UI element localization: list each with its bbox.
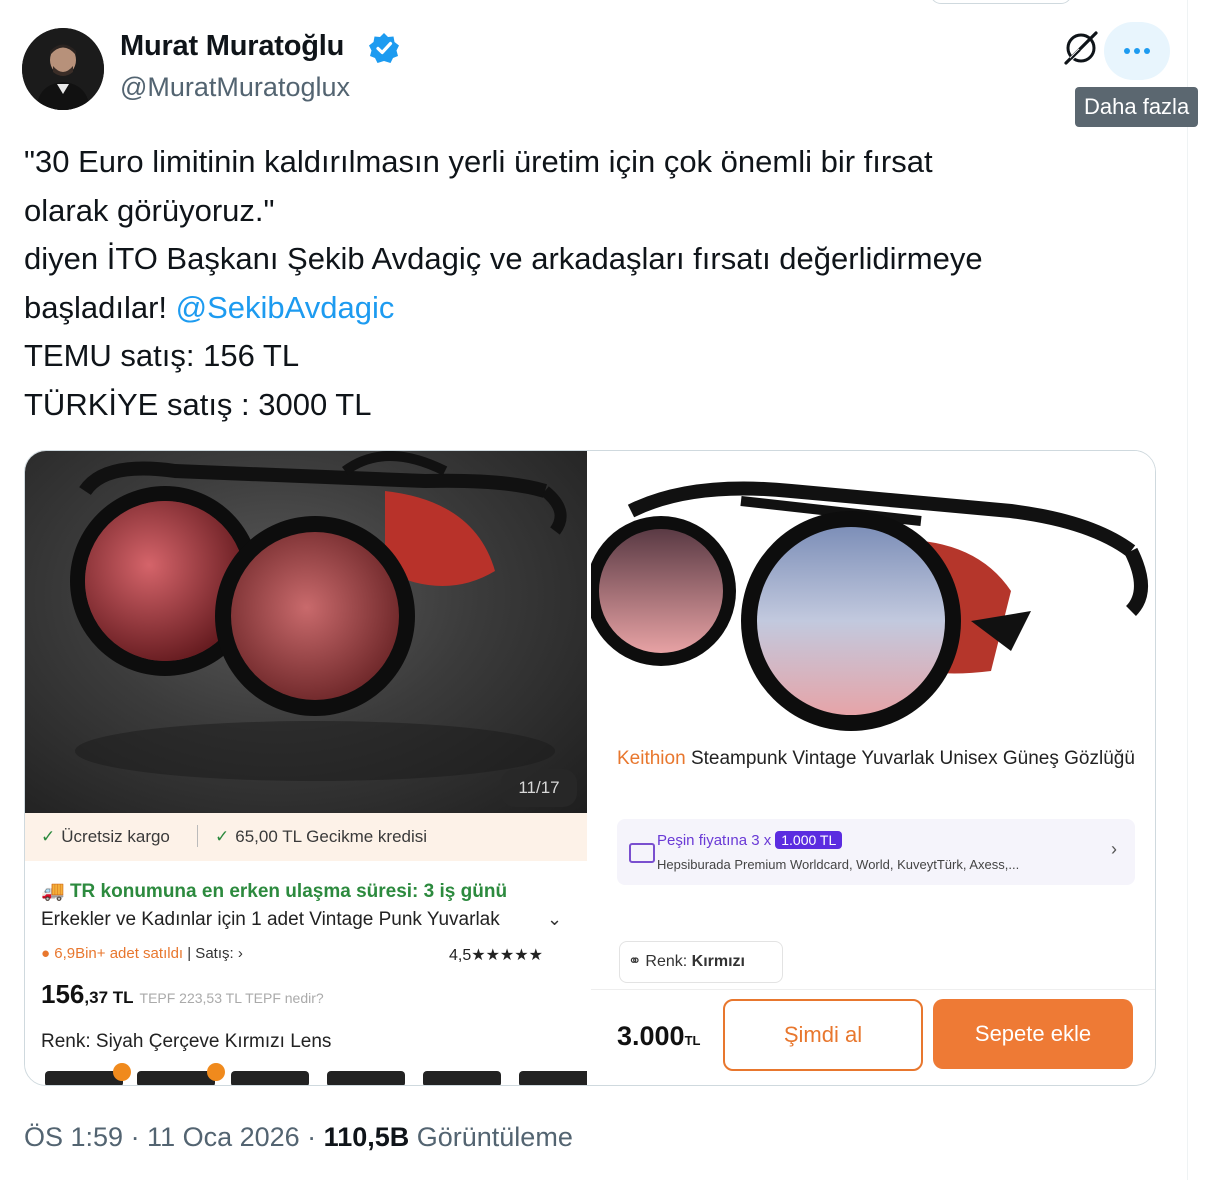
- color-label: Renk:: [645, 953, 688, 970]
- tweet-text-part: başladılar!: [24, 289, 176, 325]
- check-icon: ✓: [41, 827, 56, 846]
- color-value: Kırmızı: [691, 953, 745, 970]
- author-name[interactable]: Murat Muratoğlu: [120, 30, 344, 63]
- product-title: Erkekler ve Kadınlar için 1 adet Vintage…: [41, 909, 500, 930]
- variant-thumbnail: [423, 1071, 501, 1085]
- views-label: Görüntüleme: [409, 1122, 573, 1152]
- column-divider: [1187, 0, 1188, 1180]
- price-value: 3.000: [617, 1021, 685, 1051]
- shipping-bar: ✓ Ücretsiz kargo ✓ 65,00 TL Gecikme kredis…: [25, 813, 587, 861]
- installment-label: Peşin fiyatına 3 x: [657, 832, 772, 849]
- chevron-down-icon: ⌄: [547, 909, 563, 929]
- badge-icon: [113, 1063, 131, 1081]
- variant-thumbnail: [519, 1071, 587, 1085]
- dot-icon: [1124, 48, 1130, 54]
- product-photo: [591, 451, 1155, 745]
- free-shipping: ✓ Ücretsiz kargo: [41, 827, 170, 847]
- grok-icon[interactable]: [1062, 29, 1100, 67]
- product-title: Keithion Steampunk Vintage Yuvarlak Unis…: [617, 747, 1137, 771]
- price-tepf: TEPF 223,53 TL TEPF nedir?: [139, 990, 324, 1006]
- tweet-meta: ÖS 1:59 · 11 Oca 2026 · 110,5B Görüntüle…: [24, 1122, 573, 1153]
- buy-now-button: Şimdi al: [723, 999, 923, 1071]
- tweet-text: "30 Euro limitinin kaldırılmasın yerli ü…: [24, 138, 1154, 429]
- installment-amount: 1.000 TL: [775, 831, 843, 849]
- flame-icon: ●: [41, 945, 55, 962]
- verified-badge-icon[interactable]: [368, 32, 400, 64]
- tweet-timestamp[interactable]: ÖS 1:59 · 11 Oca 2026 ·: [24, 1122, 324, 1152]
- dot-icon: [1134, 48, 1140, 54]
- card-icon: [629, 843, 655, 863]
- tooltip: Daha fazla: [1075, 87, 1199, 127]
- color-selector: ⚭ Renk: Kırmızı: [619, 941, 783, 983]
- product-title-text: Steampunk Vintage Yuvarlak Unisex Güneş …: [685, 748, 1135, 769]
- view-count: 110,5B: [323, 1122, 410, 1152]
- check-icon: ✓: [215, 827, 230, 846]
- truck-icon: 🚚: [41, 881, 70, 902]
- tweet-line: olarak görüyoruz.": [24, 192, 275, 228]
- tweet-line: başladılar! @SekibAvdagic: [24, 284, 1154, 333]
- product-price: 3.000TL: [617, 1021, 700, 1052]
- top-edge-button: [930, 0, 1072, 4]
- badge-icon: [207, 1063, 225, 1081]
- delay-credit-label: 65,00 TL Gecikme kredisi: [235, 827, 428, 846]
- sold-count: ● 6,9Bin+ adet satıldı | Satış: ›: [41, 945, 243, 962]
- dot-icon: [1144, 48, 1150, 54]
- add-to-cart-button: Sepete ekle: [933, 999, 1133, 1069]
- mention-link[interactable]: @SekibAvdagic: [176, 290, 395, 325]
- rating: 4,5★★★★★: [449, 947, 543, 964]
- image-counter: 11/17: [501, 769, 577, 807]
- media-image-right[interactable]: Keithion Steampunk Vintage Yuvarlak Unis…: [591, 451, 1155, 1085]
- divider: [197, 825, 198, 847]
- author-handle[interactable]: @MuratMuratoglux: [120, 72, 350, 103]
- variant-thumbnail: [327, 1071, 405, 1085]
- tweet-media[interactable]: 11/17 ✓ Ücretsiz kargo ✓ 65,00 TL Gecikme …: [24, 450, 1156, 1086]
- divider: [591, 989, 1155, 990]
- installment-text: Peşin fiyatına 3 x 1.000 TL: [657, 831, 843, 849]
- chevron-right-icon: ›: [233, 945, 243, 962]
- variant-thumbnail: [45, 1071, 123, 1085]
- color-option: Renk: Siyah Çerçeve Kırmızı Lens: [41, 1031, 332, 1052]
- glasses-icon: ⚭: [628, 953, 642, 970]
- product-price: 156,37 TL TEPF 223,53 TL TEPF nedir?: [41, 979, 324, 1010]
- product-photo: [25, 451, 587, 813]
- delivery-info: 🚚 TR konumuna en erken ulaşma süresi: 3 …: [41, 879, 507, 903]
- seller-label: | Satış:: [183, 945, 234, 962]
- price-main: 156: [41, 979, 85, 1009]
- supported-cards: Hepsiburada Premium Worldcard, World, Ku…: [657, 857, 1020, 872]
- tweet-line: TÜRKİYE satış : 3000 TL: [24, 386, 372, 422]
- tweet-line: "30 Euro limitinin kaldırılmasın yerli ü…: [24, 144, 933, 179]
- media-image-left[interactable]: 11/17 ✓ Ücretsiz kargo ✓ 65,00 TL Gecikme …: [25, 451, 587, 1085]
- sold-count-text: 6,9Bin+ adet satıldı: [54, 945, 184, 962]
- free-shipping-label: Ücretsiz kargo: [61, 827, 170, 846]
- chevron-right-icon: ›: [1111, 839, 1117, 859]
- brand-name: Keithion: [617, 748, 686, 769]
- delivery-text: TR konumuna en erken ulaşma süresi: 3 iş…: [69, 881, 508, 902]
- tweet-line: diyen İTO Başkanı Şekib Avdagiç ve arkad…: [24, 241, 983, 276]
- variant-thumbnail: [231, 1071, 309, 1085]
- price-unit: TL: [684, 1033, 701, 1048]
- tweet-line: TEMU satış: 156 TL: [24, 338, 300, 373]
- delay-credit: ✓ 65,00 TL Gecikme kredisi: [215, 827, 427, 847]
- variant-thumbnail: [137, 1071, 215, 1085]
- price-fraction: ,37 TL: [84, 988, 134, 1007]
- installment-offer: Peşin fiyatına 3 x 1.000 TL Hepsiburada P…: [617, 819, 1135, 885]
- more-options-button[interactable]: [1104, 22, 1170, 80]
- avatar[interactable]: [22, 28, 104, 110]
